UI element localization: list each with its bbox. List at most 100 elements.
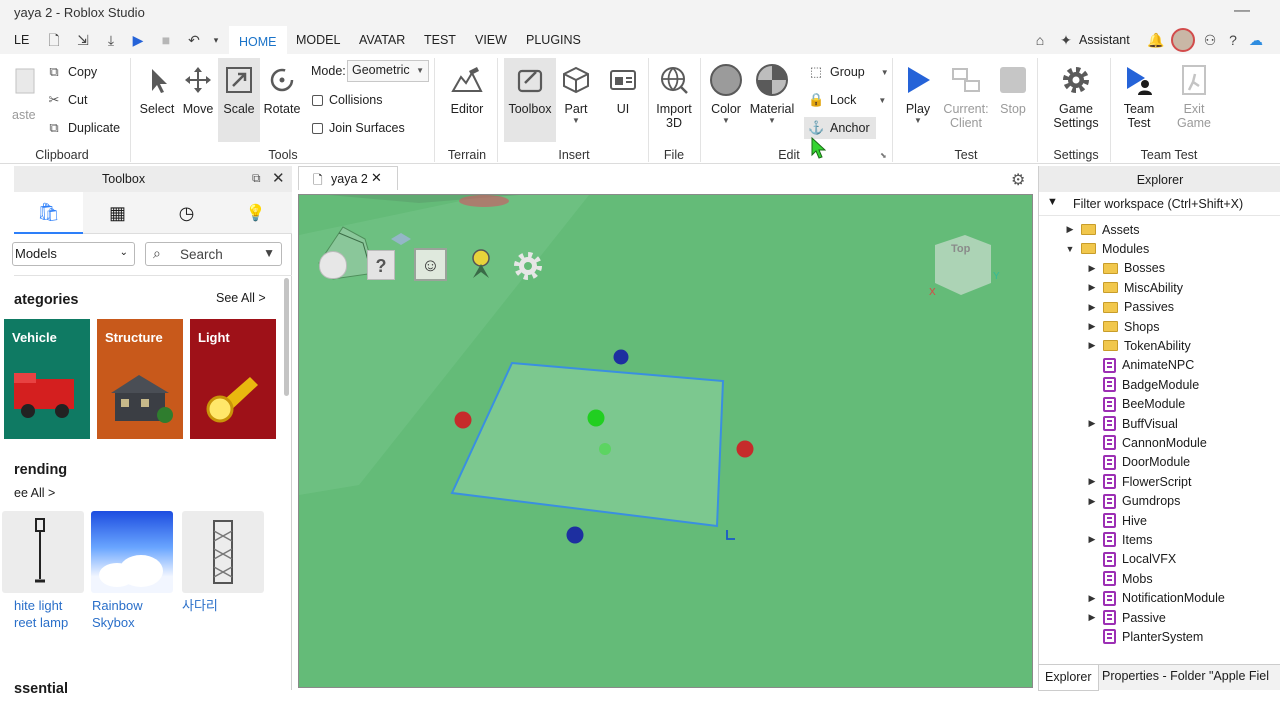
collisions-checkbox[interactable]	[312, 94, 323, 106]
exit-game-button[interactable]: Exit Game	[1168, 58, 1220, 142]
tree-item[interactable]: BadgeModule	[1087, 375, 1199, 394]
current-client-button[interactable]: Current: Client	[940, 58, 992, 142]
tab-properties[interactable]: Properties - Folder "Apple Fiel	[1102, 669, 1269, 683]
undock-icon[interactable]: ⧉	[252, 171, 261, 186]
notifications-icon[interactable]: 🔔	[1147, 32, 1164, 48]
category-card-vehicle[interactable]: Vehicle	[4, 319, 90, 439]
quick-access-dropdown-icon[interactable]: ▾	[208, 32, 224, 48]
badge-icon[interactable]	[467, 248, 497, 282]
join-surfaces-checkbox[interactable]	[312, 122, 323, 134]
group-button[interactable]: ⬚ Group ▼	[808, 61, 889, 83]
undo-icon[interactable]: ↶	[186, 32, 202, 48]
tab-home[interactable]: HOME	[229, 26, 287, 54]
toolbox-scrollbar[interactable]	[284, 278, 289, 396]
collapsed-arrow-icon[interactable]: ▶	[1087, 476, 1097, 487]
tab-avatar[interactable]: AVATAR	[359, 33, 405, 47]
cloud-icon[interactable]: ☁	[1248, 32, 1264, 48]
new-file-icon[interactable]: 🗋	[46, 32, 62, 48]
tree-item[interactable]: ▶ Passives	[1087, 298, 1175, 317]
copy-button[interactable]: ⧉ Copy	[46, 61, 97, 83]
collapsed-arrow-icon[interactable]: ▶	[1065, 224, 1075, 235]
tree-item[interactable]: LocalVFX	[1087, 550, 1176, 569]
play-button[interactable]: Play ▼	[896, 58, 940, 142]
3d-viewport[interactable]: ? ☺ Top X Y	[298, 194, 1033, 688]
cut-button[interactable]: ✂ Cut	[46, 89, 88, 111]
ui-button[interactable]: UI	[604, 58, 642, 142]
categories-see-all-link[interactable]: See All >	[216, 291, 266, 305]
tree-item[interactable]: ▶ NotificationModule	[1087, 589, 1225, 608]
filter-workspace-input[interactable]: ▼ Filter workspace (Ctrl+Shift+X)	[1039, 192, 1280, 216]
select-tool-button[interactable]: Select	[136, 58, 178, 142]
stop-quick-icon[interactable]: ■	[158, 32, 174, 48]
material-button[interactable]: Material ▼	[748, 58, 796, 142]
category-card-structure[interactable]: Structure	[97, 319, 183, 439]
tree-item[interactable]: ▶ Passive	[1087, 608, 1166, 627]
import-3d-button[interactable]: Import 3D	[652, 58, 696, 142]
minimize-button[interactable]: —	[1234, 2, 1250, 20]
tree-item[interactable]: CannonModule	[1087, 433, 1207, 452]
tree-item[interactable]: PlanterSystem	[1087, 627, 1203, 646]
terrain-editor-button[interactable]: Editor	[442, 58, 492, 142]
close-icon[interactable]: ✕	[272, 169, 285, 187]
category-dropdown[interactable]: Models ⌄	[12, 242, 135, 266]
collapsed-arrow-icon[interactable]: ▶	[1087, 496, 1097, 507]
toolbox-button[interactable]: Toolbox	[504, 58, 556, 142]
join-surfaces-toggle[interactable]: Join Surfaces	[312, 117, 405, 139]
tree-item[interactable]: AnimateNPC	[1087, 356, 1194, 375]
tree-item[interactable]: ▶ Gumdrops	[1087, 492, 1180, 511]
category-card-light[interactable]: Light	[190, 319, 276, 439]
tab-inventory[interactable]: ▦	[83, 192, 152, 234]
tree-item[interactable]: ▶ Assets	[1065, 220, 1140, 239]
trending-see-all-link[interactable]: ee All >	[14, 486, 55, 500]
tree-item[interactable]: ▶ Items	[1087, 530, 1153, 549]
tab-marketplace[interactable]: 🛍	[14, 192, 83, 234]
filter-icon[interactable]: ▼	[263, 246, 275, 260]
tab-creations[interactable]: 💡	[221, 192, 290, 234]
collapsed-arrow-icon[interactable]: ▶	[1087, 593, 1097, 604]
team-test-button[interactable]: Team Test	[1114, 58, 1164, 142]
search-input[interactable]: ⌕ Search ▼	[145, 242, 282, 266]
paste-button[interactable]: aste	[12, 58, 38, 142]
play-quick-icon[interactable]: ▶	[130, 32, 146, 48]
collapsed-arrow-icon[interactable]: ▶	[1087, 321, 1097, 332]
tab-yaya-2[interactable]: 🗋 yaya 2 ✕	[298, 166, 398, 190]
file-menu[interactable]: LE	[14, 33, 29, 47]
mode-dropdown[interactable]: Geometric ▼	[347, 60, 429, 82]
collapsed-arrow-icon[interactable]: ▶	[1087, 263, 1097, 274]
avatar[interactable]	[1171, 28, 1195, 52]
stop-button[interactable]: Stop	[994, 58, 1032, 142]
save-icon[interactable]: ⤓	[103, 32, 119, 48]
tab-explorer[interactable]: Explorer	[1038, 665, 1099, 691]
add-friend-icon[interactable]: ⚇	[1202, 32, 1218, 48]
tab-plugins[interactable]: PLUGINS	[526, 33, 581, 47]
tree-item[interactable]: ▶ TokenAbility	[1087, 336, 1191, 355]
collapsed-arrow-icon[interactable]: ▶	[1087, 340, 1097, 351]
tab-model[interactable]: MODEL	[296, 33, 340, 47]
tree-item[interactable]: ▶ MiscAbility	[1087, 278, 1184, 297]
open-file-icon[interactable]: ⇲	[75, 32, 91, 48]
egg-icon[interactable]	[319, 251, 347, 279]
expanded-arrow-icon[interactable]: ▼	[1065, 244, 1075, 254]
tree-item[interactable]: ▶ BuffVisual	[1087, 414, 1178, 433]
tab-view[interactable]: VIEW	[475, 33, 507, 47]
assistant-icon[interactable]: ✦	[1058, 32, 1074, 48]
edit-settings-icon[interactable]: ⬊	[880, 151, 887, 160]
tree-item[interactable]: BeeModule	[1087, 395, 1185, 414]
trending-item-thumbnail[interactable]	[91, 511, 173, 593]
view-cube[interactable]: Top X Y	[929, 231, 1000, 298]
trending-item-thumbnail[interactable]	[2, 511, 84, 593]
lock-button[interactable]: 🔒 Lock ▼	[808, 89, 886, 111]
move-tool-button[interactable]: Move	[178, 58, 218, 142]
collapsed-arrow-icon[interactable]: ▶	[1087, 282, 1097, 293]
tree-item[interactable]: ▶ Bosses	[1087, 259, 1165, 278]
tree-item[interactable]: Hive	[1087, 511, 1147, 530]
tree-item[interactable]: Mobs	[1087, 569, 1153, 588]
collapsed-arrow-icon[interactable]: ▶	[1087, 534, 1097, 545]
smiley-icon[interactable]: ☺	[414, 248, 447, 281]
color-button[interactable]: Color ▼	[704, 58, 748, 142]
collapsed-arrow-icon[interactable]: ▶	[1087, 302, 1097, 313]
collapsed-arrow-icon[interactable]: ▶	[1087, 418, 1097, 429]
part-button[interactable]: Part ▼	[558, 58, 594, 142]
close-icon[interactable]: ✕	[371, 170, 382, 186]
viewport-settings-gear-icon[interactable]: ⚙	[1011, 170, 1025, 190]
